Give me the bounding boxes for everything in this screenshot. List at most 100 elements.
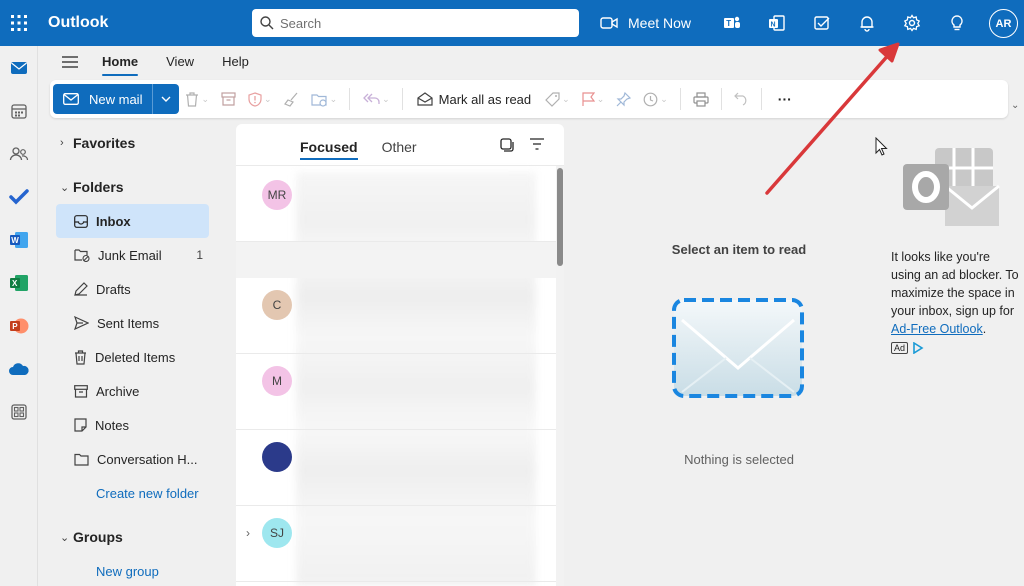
to-do-check-icon[interactable] [0,175,38,218]
toolbar-divider [721,88,722,110]
broom-icon [284,92,299,107]
more-options-button[interactable]: ··· [768,91,802,107]
ad-text-end: . [983,322,986,336]
filter-icon[interactable] [530,138,544,153]
folder-junk-email[interactable]: Junk Email 1 [50,238,225,272]
more-apps-icon[interactable] [0,390,38,433]
folder-pane: › Favorites ⌄ Folders Inbox Junk Email 1… [50,126,225,586]
move-to-button[interactable]: ⌄ [305,84,344,114]
folder-inbox[interactable]: Inbox [56,204,209,238]
folder-drafts[interactable]: Drafts [50,272,225,306]
new-group-link[interactable]: New group [50,554,225,586]
new-mail-dropdown[interactable] [153,84,179,114]
flag-button[interactable]: ⌄ [576,84,611,114]
folder-notes[interactable]: Notes [50,408,225,442]
meet-now-button[interactable]: Meet Now [600,15,691,31]
drafts-icon [74,282,88,296]
folder-label: Junk Email [98,248,162,263]
favorites-header[interactable]: › Favorites [50,126,225,160]
tab-focused[interactable]: Focused [300,124,358,166]
tab-home[interactable]: Home [102,46,138,78]
scrollbar-thumb[interactable] [557,168,563,266]
list-item[interactable]: C [236,278,556,354]
app-launcher-icon[interactable] [0,0,38,46]
categorize-button[interactable]: ⌄ [539,84,576,114]
folder-archive[interactable]: Archive [50,374,225,408]
create-new-folder-link[interactable]: Create new folder [50,476,225,510]
undo-button[interactable] [728,84,755,114]
list-item[interactable]: MR [236,166,556,242]
pin-button[interactable] [610,84,637,114]
tab-view[interactable]: View [166,46,194,78]
folder-conversation-history[interactable]: Conversation H... [50,442,225,476]
mark-all-read-button[interactable]: Mark all as read [409,92,539,107]
pin-icon [616,92,631,107]
word-icon[interactable]: W [0,218,38,261]
new-mail-label: New mail [89,92,142,107]
chevron-right-icon: › [60,137,72,149]
folders-label: Folders [73,179,124,195]
tag-icon [545,92,560,107]
folder-label: Inbox [96,214,131,229]
search-input[interactable]: Search [280,16,321,31]
expand-ribbon-chevron-icon[interactable]: ⌄ [1011,100,1019,111]
trash-icon [185,92,199,107]
sweep-button[interactable] [278,84,305,114]
archive-button[interactable] [215,84,242,114]
message-list: Focused Other MR C M › SJ [236,124,564,586]
list-item[interactable]: M [236,354,556,430]
folder-sent-items[interactable]: Sent Items [50,306,225,340]
account-avatar[interactable]: AR [989,9,1018,38]
favorites-label: Favorites [73,135,135,151]
search-box[interactable]: Search [252,9,579,37]
groups-header[interactable]: ⌄ Groups [50,520,225,554]
folders-header[interactable]: ⌄ Folders [50,170,225,204]
powerpoint-icon[interactable]: P [0,304,38,347]
shield-icon [248,92,262,107]
svg-text:X: X [12,279,18,288]
svg-text:P: P [12,322,18,331]
teams-icon[interactable]: T [709,0,754,46]
snooze-button[interactable]: ⌄ [637,84,674,114]
onenote-icon[interactable]: N [754,0,799,46]
printer-icon [693,92,709,107]
bell-icon[interactable] [844,0,889,46]
trash-icon [74,350,87,365]
lightbulb-icon[interactable] [934,0,979,46]
tab-other[interactable]: Other [382,124,417,166]
command-toolbar: New mail ⌄ ⌄ ⌄ ⌄ Mark all as read ⌄ ⌄ ⌄ [50,80,1008,118]
clock-icon [643,92,658,107]
app-title[interactable]: Outlook [48,14,248,32]
chevron-right-icon[interactable]: › [246,526,250,540]
print-button[interactable] [687,84,715,114]
mark-all-read-label: Mark all as read [439,92,531,107]
ad-free-outlook-link[interactable]: Ad-Free Outlook [891,322,983,336]
to-do-note-icon[interactable] [799,0,844,46]
mail-icon[interactable] [0,46,38,89]
ad-text: It looks like you're using an ad blocker… [891,250,1019,318]
select-mode-icon[interactable] [500,138,514,155]
people-icon[interactable] [0,132,38,175]
ad-badge[interactable]: Ad [891,342,1021,354]
excel-icon[interactable]: X [0,261,38,304]
delete-button[interactable]: ⌄ [179,84,215,114]
new-mail-button[interactable]: New mail [53,84,153,114]
ad-blocker-message: It looks like you're using an ad blocker… [891,248,1021,338]
onedrive-icon[interactable] [0,347,38,390]
calendar-icon[interactable] [0,89,38,132]
folder-label: Notes [95,418,129,433]
settings-gear-icon[interactable] [889,0,934,46]
notes-icon [74,418,87,432]
list-item[interactable]: › SJ [236,506,556,582]
list-item[interactable] [236,430,556,506]
unread-count: 1 [196,248,203,262]
tab-help[interactable]: Help [222,46,249,78]
svg-text:N: N [770,22,775,29]
folder-label: Deleted Items [95,350,175,365]
folder-deleted-items[interactable]: Deleted Items [50,340,225,374]
date-group-divider [236,242,556,278]
hamburger-menu-icon[interactable] [52,56,88,68]
report-button[interactable]: ⌄ [242,84,278,114]
reply-all-button[interactable]: ⌄ [356,84,396,114]
ad-label: Ad [891,342,908,354]
